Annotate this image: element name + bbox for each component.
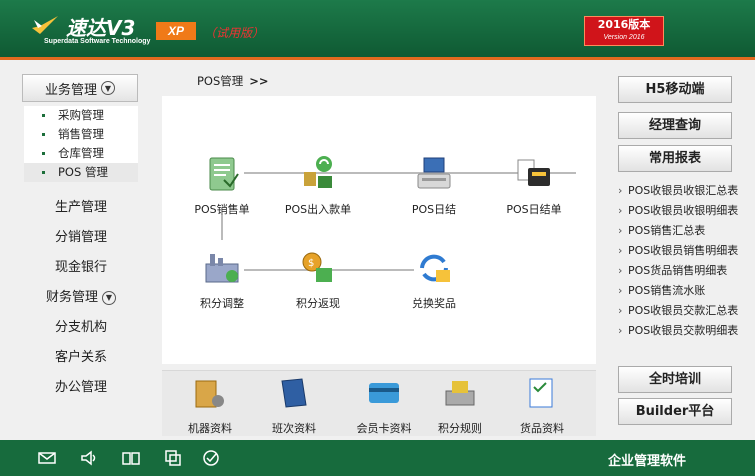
sidebar-item-branches[interactable]: 分支机构: [18, 317, 144, 339]
flow-node-label: POS销售单: [194, 203, 250, 216]
h5-mobile-button[interactable]: H5移动端: [618, 76, 732, 103]
breadcrumb: POS管理 >>: [197, 73, 269, 89]
sidebar-item-distribution[interactable]: 分销管理: [18, 227, 144, 249]
windows-icon[interactable]: [164, 449, 182, 467]
tool-points-rules[interactable]: 积分规则: [418, 375, 502, 436]
report-link[interactable]: POS货品销售明细表: [616, 261, 755, 281]
tool-label: 积分规则: [438, 422, 482, 435]
cash-register-icon: [517, 159, 550, 186]
trial-label: （试用版）: [204, 26, 265, 40]
credit-card-icon: [369, 383, 399, 403]
folder-gear-icon: [195, 380, 224, 408]
report-link[interactable]: POS销售流水账: [616, 281, 755, 301]
report-link[interactable]: POS销售汇总表: [616, 221, 755, 241]
edition-badge: XP: [156, 22, 196, 40]
flow-node-pos-daily[interactable]: POS日结: [389, 154, 479, 217]
flow-node-pos-sales[interactable]: POS销售单: [177, 154, 267, 217]
report-link[interactable]: POS收银员收银明细表: [616, 201, 755, 221]
brand-mark-icon: [32, 16, 58, 34]
tool-label: 货品资料: [520, 422, 564, 435]
chevron-down-icon: ▼: [101, 81, 115, 95]
submenu-item-purchase[interactable]: 采购管理: [24, 106, 138, 125]
flow-connector: [221, 214, 223, 240]
sidebar-item-label: 财务管理: [45, 290, 98, 305]
svg-text:$: $: [308, 258, 314, 269]
business-group-label: 业务管理: [44, 82, 97, 98]
manager-query-button[interactable]: 经理查询: [618, 112, 732, 139]
flow-node-points-cashback[interactable]: $ 积分返现: [273, 248, 363, 311]
money-stack-icon: [304, 156, 332, 188]
app-footer: 企业管理软件: [0, 440, 755, 476]
pos-flow-panel: POS销售单 POS出入款单 POS日结 POS日结单 积分调整 $ 积分返现 …: [162, 96, 596, 364]
report-link[interactable]: POS收银员销售明细表: [616, 241, 755, 261]
sidebar-item-cash-bank[interactable]: 现金银行: [18, 257, 144, 279]
flow-node-points-adjust[interactable]: 积分调整: [177, 248, 267, 311]
chevron-down-icon: ▼: [102, 291, 116, 305]
book-icon: [281, 378, 307, 408]
coin-exchange-icon: $: [302, 252, 332, 282]
sidebar-item-finance[interactable]: 财务管理 ▼: [18, 287, 144, 309]
flow-node-label: POS出入款单: [284, 203, 352, 216]
common-reports-button[interactable]: 常用报表: [618, 145, 732, 172]
pos-terminal-icon: [417, 157, 451, 189]
flow-node-label: POS日结: [411, 203, 457, 216]
tool-machine-data[interactable]: 机器资料: [168, 375, 252, 436]
factory-icon: [205, 254, 239, 283]
training-button[interactable]: 全时培训: [618, 366, 732, 393]
tool-goods-data[interactable]: 货品资料: [500, 375, 584, 436]
tool-shift-data[interactable]: 班次资料: [252, 375, 336, 436]
sidebar-item-production[interactable]: 生产管理: [18, 197, 144, 219]
flow-node-label: 积分返现: [296, 297, 340, 310]
footer-label: 企业管理软件: [608, 454, 687, 469]
business-submenu: 采购管理 销售管理 仓库管理 POS 管理: [24, 106, 138, 182]
flow-node-label: 积分调整: [200, 297, 244, 310]
report-link[interactable]: POS收银员交款汇总表: [616, 301, 755, 321]
tool-label: 会员卡资料: [356, 422, 412, 435]
tool-member-card[interactable]: 会员卡资料: [342, 375, 426, 436]
submenu-item-sales[interactable]: 销售管理: [24, 125, 138, 144]
submenu-item-label: POS 管理: [58, 165, 108, 179]
flow-node-pos-cash[interactable]: POS出入款单: [273, 154, 363, 217]
submenu-item-pos[interactable]: POS 管理: [24, 163, 138, 182]
pos-tools-bar: 机器资料 班次资料 会员卡资料 积分规则 货品资料: [162, 370, 596, 436]
left-sidebar: 业务管理 ▼ 采购管理 销售管理 仓库管理 POS 管理 生产管理 分销管理 现…: [18, 70, 144, 410]
builder-platform-button[interactable]: Builder平台: [618, 398, 732, 425]
sidebar-item-office[interactable]: 办公管理: [18, 377, 144, 399]
refresh-gift-icon: [420, 254, 450, 282]
tool-label: 机器资料: [188, 422, 232, 435]
business-group-header[interactable]: 业务管理 ▼: [22, 74, 138, 102]
flow-node-redeem-prize[interactable]: 兑换奖品: [389, 248, 479, 311]
tray-icon: [445, 381, 475, 406]
version-badge: 2016版本 Version 2016: [584, 16, 664, 46]
brand-name: 速达V3: [66, 16, 136, 40]
report-link[interactable]: POS收银员收银汇总表: [616, 181, 755, 201]
submenu-item-label: 销售管理: [58, 127, 104, 141]
checklist-icon: [529, 378, 553, 408]
flow-node-label: POS日结单: [506, 203, 562, 216]
report-link[interactable]: POS收银员交款明细表: [616, 321, 755, 341]
submenu-item-label: 仓库管理: [58, 146, 104, 160]
submenu-item-warehouse[interactable]: 仓库管理: [24, 144, 138, 163]
version-title: 2016版本: [597, 18, 651, 31]
page-title: POS管理: [197, 74, 244, 88]
submenu-item-label: 采购管理: [58, 108, 104, 122]
clipboard-icon: [209, 157, 239, 191]
book-icon[interactable]: [122, 449, 140, 467]
check-icon[interactable]: [202, 449, 220, 467]
flow-node-pos-daily-report[interactable]: POS日结单: [489, 154, 579, 217]
report-list: POS收银员收银汇总表 POS收银员收银明细表 POS销售汇总表 POS收银员销…: [616, 181, 755, 341]
flow-node-label: 兑换奖品: [412, 297, 456, 310]
breadcrumb-arrow: >>: [249, 74, 269, 88]
sidebar-item-crm[interactable]: 客户关系: [18, 347, 144, 369]
app-header: 速达V3 Superdata Software Technology XP （试…: [0, 0, 755, 60]
version-subtitle: Version 2016: [603, 34, 645, 41]
mail-icon[interactable]: [38, 449, 56, 467]
volume-icon[interactable]: [80, 449, 98, 467]
tool-label: 班次资料: [272, 422, 316, 435]
brand-subtitle: Superdata Software Technology: [44, 38, 151, 45]
